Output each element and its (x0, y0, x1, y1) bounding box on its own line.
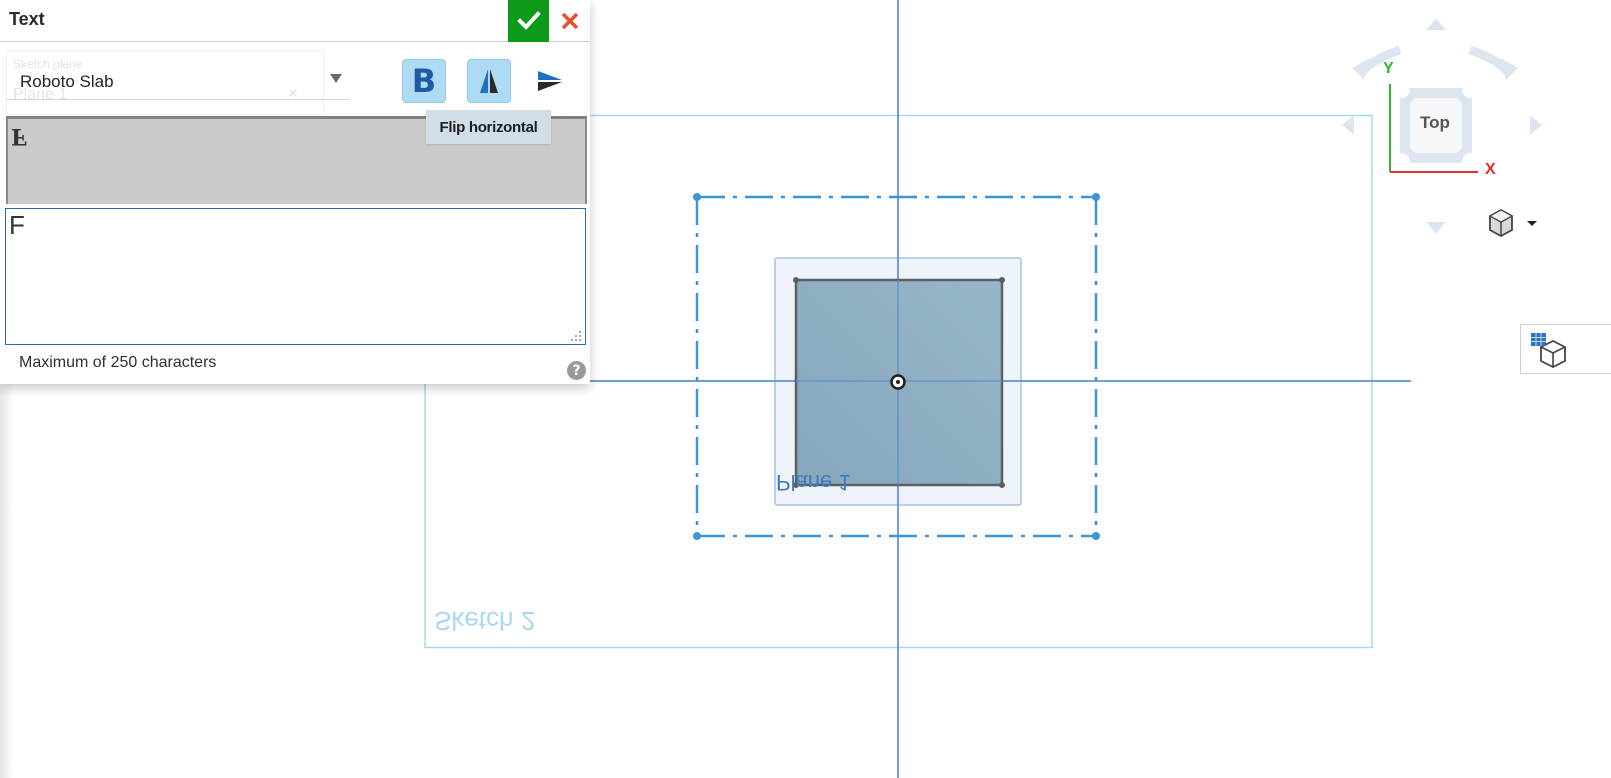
bold-icon: B (411, 62, 437, 100)
accept-button[interactable] (508, 0, 549, 42)
pan-up-arrow-icon[interactable] (1426, 18, 1446, 30)
font-select-value: Roboto Slab (20, 72, 114, 91)
chevron-down-icon (1527, 221, 1537, 226)
construction-corner-point[interactable] (1092, 532, 1100, 540)
dialog-header: Text (0, 0, 590, 42)
checkmark-icon (516, 11, 541, 30)
render-mode-button[interactable] (1520, 324, 1611, 374)
flip-horizontal-toggle[interactable] (467, 59, 511, 103)
tooltip: Flip horizontal (426, 110, 551, 144)
help-icon[interactable]: ? (567, 361, 586, 380)
close-icon (561, 12, 579, 30)
chevron-down-icon (330, 74, 342, 83)
view-mode-dropdown[interactable] (1484, 206, 1544, 240)
resize-grip-icon[interactable] (570, 330, 582, 342)
x-axis-label: X (1485, 161, 1496, 178)
flip-horizontal-icon (480, 69, 498, 93)
construction-corner-point[interactable] (693, 193, 701, 201)
table-cube-icon (1531, 333, 1566, 369)
construction-corner-point[interactable] (1092, 193, 1100, 201)
preview-glyph: F (11, 123, 27, 149)
pan-right-arrow-icon[interactable] (1530, 115, 1542, 135)
dialog-title: Text (9, 9, 45, 29)
face-vertex[interactable] (999, 277, 1005, 283)
tooltip-text: Flip horizontal (439, 118, 538, 136)
bold-toggle[interactable]: B (402, 59, 446, 103)
flip-vertical-toggle[interactable] (528, 59, 572, 103)
face-vertex[interactable] (793, 277, 799, 283)
origin-icon[interactable] (890, 374, 906, 390)
plane-label: Plane 1 (776, 470, 851, 495)
font-select[interactable]: Roboto Slab (6, 66, 350, 100)
construction-corner-point[interactable] (693, 532, 701, 540)
pan-left-arrow-icon[interactable] (1342, 115, 1354, 135)
flip-vertical-icon (538, 71, 562, 91)
cancel-button[interactable] (552, 0, 588, 42)
cube-view-icon (1488, 208, 1537, 238)
y-axis-label: Y (1383, 60, 1394, 77)
view-cube-face-label[interactable]: Top (1420, 113, 1450, 133)
pan-down-arrow-icon[interactable] (1426, 222, 1446, 234)
face-vertex[interactable] (999, 482, 1005, 488)
sketch-label: Sketch 2 (434, 606, 536, 636)
text-feature-dialog: Text Sketch plane Plane 1 ✕ Roboto Slab … (0, 0, 590, 384)
character-limit-hint: Maximum of 250 characters (19, 354, 217, 371)
text-input[interactable]: F (5, 208, 586, 345)
